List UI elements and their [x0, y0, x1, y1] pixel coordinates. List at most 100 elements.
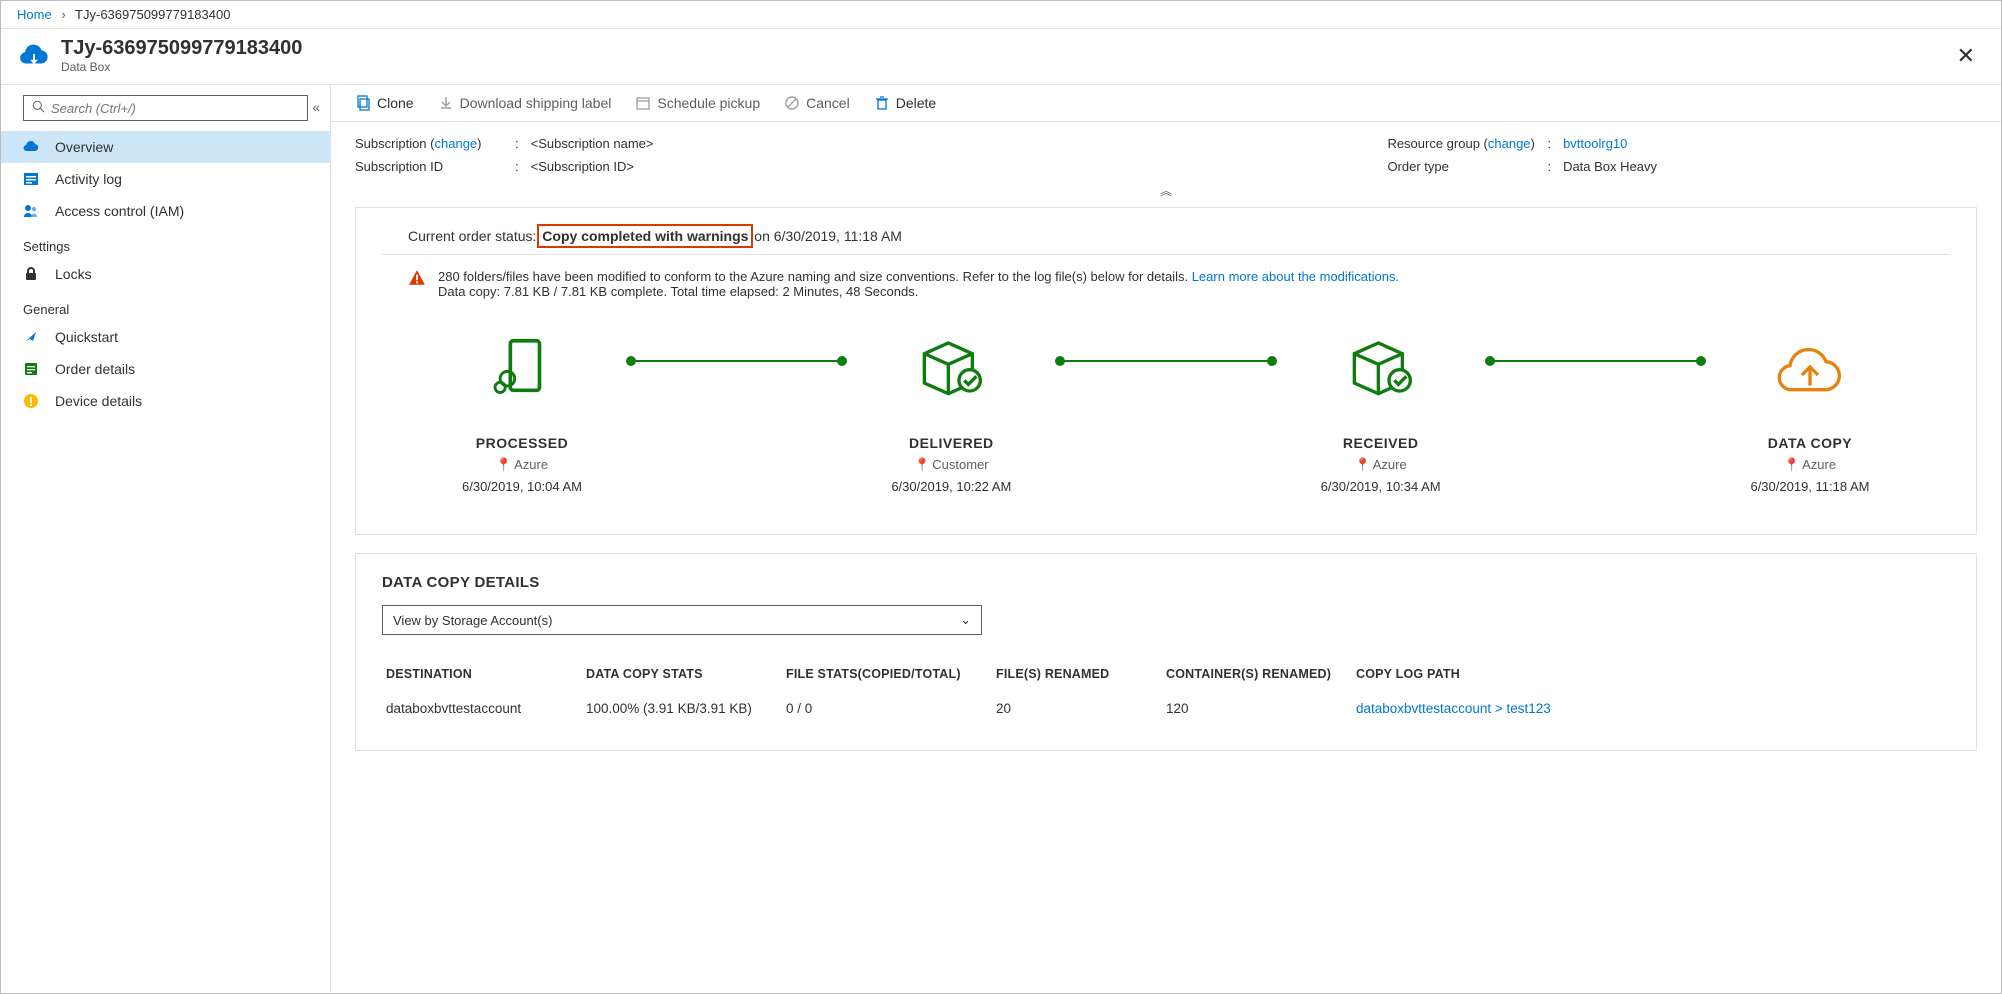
- cell-stats: 100.00% (3.91 KB/3.91 KB): [582, 697, 782, 720]
- col-containers-renamed: CONTAINER(S) RENAMED): [1162, 661, 1352, 697]
- search-input[interactable]: [51, 101, 299, 116]
- flow-connector: [1491, 360, 1700, 362]
- overview-icon: [23, 139, 43, 155]
- cancel-icon: [784, 95, 800, 111]
- sidebar-item-overview[interactable]: Overview: [1, 131, 330, 163]
- chevron-down-icon: ⌄: [960, 612, 971, 628]
- cell-log-path: databoxbvttestaccount > test123: [1352, 697, 1950, 720]
- sidebar: « Overview Activity log Access contr: [1, 85, 331, 993]
- subscription-label: Subscription (change): [355, 136, 515, 151]
- flow-connector: [1061, 360, 1270, 362]
- processed-icon: [412, 327, 632, 407]
- location-pin-icon: 📍: [914, 457, 930, 473]
- page-subtitle: Data Box: [61, 60, 302, 74]
- delete-button[interactable]: Delete: [874, 95, 936, 111]
- cell-files-renamed: 20: [992, 697, 1162, 720]
- change-subscription-link[interactable]: change: [435, 136, 478, 151]
- breadcrumb: Home › TJy-636975099779183400: [1, 1, 2001, 29]
- status-panel: Current order status: Copy completed wit…: [355, 207, 1977, 535]
- sidebar-item-label: Overview: [55, 139, 113, 155]
- device-details-icon: [23, 393, 43, 409]
- order-type-value: Data Box Heavy: [1563, 159, 1657, 174]
- cell-file-stats: 0 / 0: [782, 697, 992, 720]
- sidebar-group-settings: Settings: [1, 227, 330, 258]
- col-data-copy-stats: DATA COPY STATS: [582, 661, 782, 697]
- sidebar-item-activity[interactable]: Activity log: [1, 163, 330, 195]
- step-delivered: DELIVERED 📍Customer 6/30/2019, 10:22 AM: [841, 327, 1061, 494]
- data-copy-details-panel: DATA COPY DETAILS View by Storage Accoun…: [355, 553, 1977, 751]
- view-by-select[interactable]: View by Storage Account(s) ⌄: [382, 605, 982, 635]
- delivered-icon: [841, 327, 1061, 407]
- select-value: View by Storage Account(s): [393, 613, 552, 628]
- received-icon: [1271, 327, 1491, 407]
- toolbar: Clone Download shipping label Schedule p…: [331, 85, 2001, 122]
- col-file-stats: FILE STATS(COPIED/TOTAL): [782, 661, 992, 697]
- search-input-wrap[interactable]: [23, 95, 308, 121]
- status-highlight: Copy completed with warnings: [540, 227, 750, 245]
- sidebar-item-order-details[interactable]: Order details: [1, 353, 330, 385]
- sidebar-item-label: Access control (IAM): [55, 203, 184, 219]
- step-received: RECEIVED 📍Azure 6/30/2019, 10:34 AM: [1271, 327, 1491, 494]
- page-title: TJy-636975099779183400: [61, 37, 302, 60]
- blade-header: TJy-636975099779183400 Data Box ✕: [1, 29, 2001, 85]
- location-pin-icon: 📍: [496, 457, 512, 473]
- data-copy-icon: [1700, 327, 1920, 407]
- col-copy-log-path: COPY LOG PATH: [1352, 661, 1950, 697]
- sidebar-item-label: Locks: [55, 266, 92, 282]
- sidebar-item-device-details[interactable]: Device details: [1, 385, 330, 417]
- sidebar-item-label: Quickstart: [55, 329, 118, 345]
- sidebar-item-access[interactable]: Access control (IAM): [1, 195, 330, 227]
- sidebar-item-locks[interactable]: Locks: [1, 258, 330, 290]
- tool-label: Schedule pickup: [657, 95, 760, 111]
- subscription-id-value: <Subscription ID>: [531, 159, 634, 174]
- access-control-icon: [23, 203, 43, 219]
- sidebar-item-label: Order details: [55, 361, 135, 377]
- step-data-copy: DATA COPY 📍Azure 6/30/2019, 11:18 AM: [1700, 327, 1920, 494]
- subscription-id-label: Subscription ID: [355, 159, 515, 174]
- order-type-label: Order type: [1387, 159, 1547, 174]
- copy-log-link[interactable]: databoxbvttestaccount > test123: [1356, 701, 1551, 716]
- activity-log-icon: [23, 171, 43, 187]
- clone-icon: [355, 95, 371, 111]
- change-resource-group-link[interactable]: change: [1488, 136, 1531, 151]
- order-flow: PROCESSED 📍Azure 6/30/2019, 10:04 AM DEL…: [382, 317, 1950, 504]
- breadcrumb-current: TJy-636975099779183400: [75, 7, 230, 22]
- lock-icon: [23, 266, 43, 282]
- learn-more-link[interactable]: Learn more about the modifications.: [1192, 269, 1399, 284]
- calendar-icon: [635, 95, 651, 111]
- quickstart-icon: [23, 329, 43, 345]
- search-icon: [32, 100, 45, 116]
- cell-containers-renamed: 120: [1162, 697, 1352, 720]
- flow-connector: [632, 360, 841, 362]
- current-order-status: Current order status: Copy completed wit…: [382, 228, 1950, 255]
- cancel-button[interactable]: Cancel: [784, 95, 850, 111]
- sidebar-group-general: General: [1, 290, 330, 321]
- tool-label: Cancel: [806, 95, 850, 111]
- sidebar-item-label: Activity log: [55, 171, 122, 187]
- order-details-icon: [23, 361, 43, 377]
- close-icon[interactable]: ✕: [1947, 39, 1985, 73]
- tool-label: Clone: [377, 95, 414, 111]
- breadcrumb-separator: ›: [61, 7, 65, 22]
- col-files-renamed: FILE(S) RENAMED: [992, 661, 1162, 697]
- location-pin-icon: 📍: [1784, 457, 1800, 473]
- step-processed: PROCESSED 📍Azure 6/30/2019, 10:04 AM: [412, 327, 632, 494]
- download-shipping-label-button[interactable]: Download shipping label: [438, 95, 612, 111]
- collapse-properties-icon[interactable]: ︽: [331, 180, 2001, 207]
- copy-details-table: DESTINATION DATA COPY STATS FILE STATS(C…: [382, 661, 1950, 720]
- resource-group-value[interactable]: bvttoolrg10: [1563, 136, 1627, 151]
- location-pin-icon: 📍: [1355, 457, 1371, 473]
- delete-icon: [874, 95, 890, 111]
- cell-destination: databoxbvttestaccount: [382, 697, 582, 720]
- warning-text: 280 folders/files have been modified to …: [438, 269, 1399, 299]
- properties: Subscription (change) : <Subscription na…: [331, 122, 2001, 180]
- resource-group-label: Resource group (change): [1387, 136, 1547, 151]
- schedule-pickup-button[interactable]: Schedule pickup: [635, 95, 760, 111]
- sidebar-item-quickstart[interactable]: Quickstart: [1, 321, 330, 353]
- databox-icon: [17, 39, 51, 73]
- clone-button[interactable]: Clone: [355, 95, 414, 111]
- col-destination: DESTINATION: [382, 661, 582, 697]
- download-icon: [438, 95, 454, 111]
- breadcrumb-home[interactable]: Home: [17, 7, 52, 22]
- collapse-sidebar-icon[interactable]: «: [312, 99, 320, 115]
